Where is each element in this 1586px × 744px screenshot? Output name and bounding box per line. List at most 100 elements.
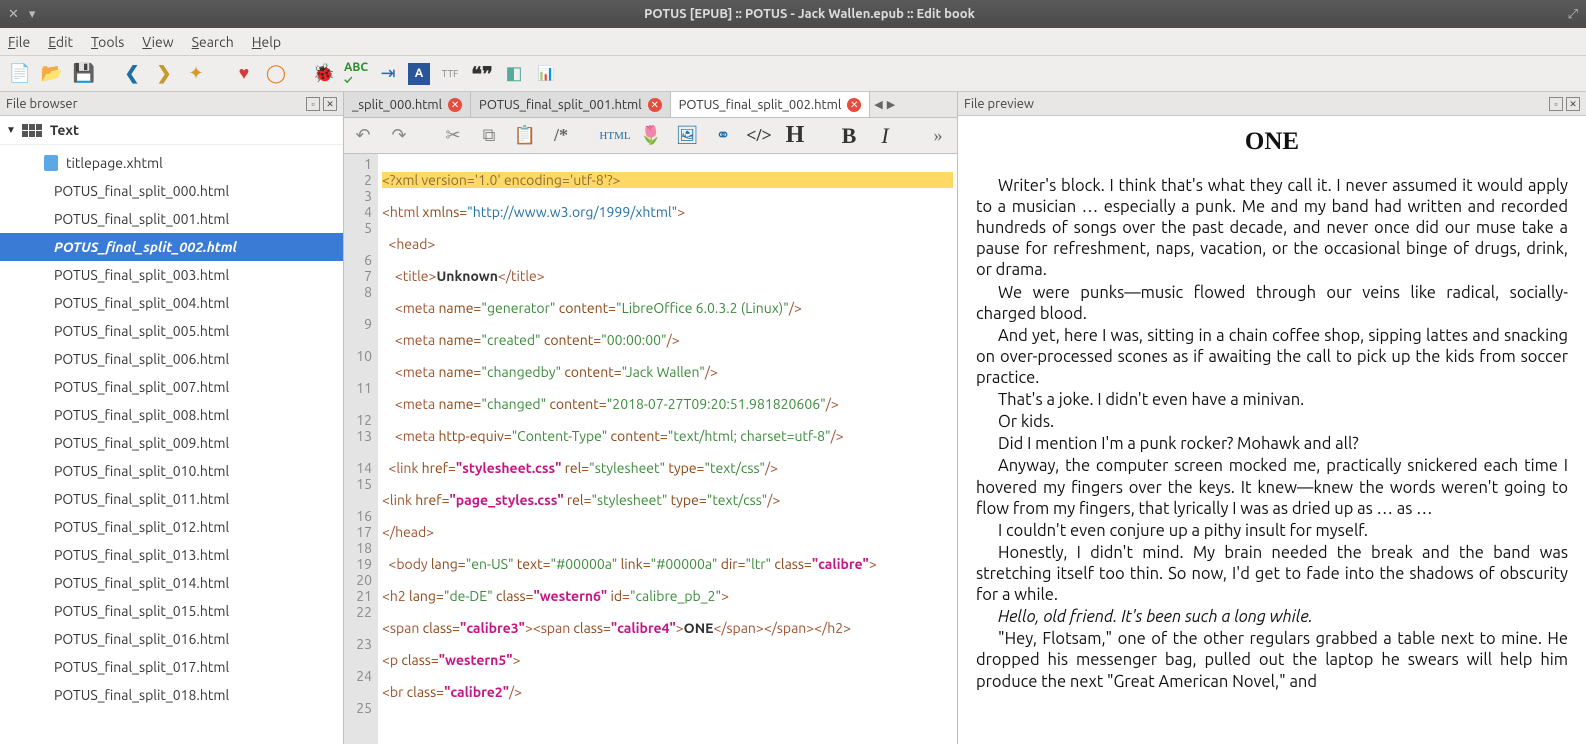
- editor-tabs: _split_000.html✕ POTUS_final_split_001.h…: [344, 92, 957, 118]
- star-icon[interactable]: ✦: [184, 62, 208, 86]
- file-item[interactable]: POTUS_final_split_016.html: [0, 625, 343, 653]
- anchor-icon[interactable]: ⚭: [710, 123, 736, 149]
- main-toolbar: 📄 📂 💾 ❮ ❯ ✦ ♥ ◯ 🐞 ABC✓ ⇥ A TTF ❝❞ ◧ 📊: [0, 56, 1586, 92]
- tab-prev-icon[interactable]: ◀: [874, 98, 882, 111]
- stats-icon[interactable]: 📊: [534, 62, 558, 86]
- file-item[interactable]: POTUS_final_split_018.html: [0, 681, 343, 709]
- editor-toolbar: ↶ ↷ ✂ ⧉ 📋 /* HTML 🌷 🖼 ⚭ </> H B I »: [344, 118, 957, 154]
- font-icon[interactable]: TTF: [438, 62, 462, 86]
- copy-icon[interactable]: ⧉: [476, 123, 502, 149]
- file-item[interactable]: POTUS_final_split_003.html: [0, 261, 343, 289]
- code-editor[interactable]: 1234 5 67 8 9 10 11 12 13 14151617181920…: [344, 154, 957, 744]
- collapse-icon: ▼: [6, 124, 16, 136]
- preview-paragraph: Hello, old friend. It's been such a long…: [976, 607, 1568, 628]
- undo-icon[interactable]: ↶: [350, 123, 376, 149]
- menu-search[interactable]: Search: [192, 34, 234, 50]
- tab-1[interactable]: POTUS_final_split_001.html✕: [471, 92, 671, 117]
- html-icon[interactable]: HTML: [602, 123, 628, 149]
- file-item[interactable]: POTUS_final_split_005.html: [0, 317, 343, 345]
- preview-paragraph: "Hey, Flotsam," one of the other regular…: [976, 629, 1568, 692]
- bold-icon[interactable]: B: [836, 123, 862, 149]
- panel-close-button[interactable]: ✕: [1566, 97, 1580, 111]
- preview-paragraph: Honestly, I didn't mind. My brain needed…: [976, 543, 1568, 606]
- target-icon[interactable]: ◯: [264, 62, 288, 86]
- preview-paragraph: Writer's block. I think that's what they…: [976, 176, 1568, 282]
- tab-0[interactable]: _split_000.html✕: [344, 92, 471, 117]
- preview-paragraph: That's a joke. I didn't even have a mini…: [976, 390, 1568, 411]
- close-icon[interactable]: ✕: [847, 98, 861, 112]
- window-titlebar: ✕ ▾ POTUS [EPUB] :: POTUS - Jack Wallen.…: [0, 0, 1586, 28]
- tab-2[interactable]: POTUS_final_split_002.html✕: [671, 92, 871, 117]
- word-icon[interactable]: A: [408, 63, 430, 85]
- file-section-text[interactable]: ▼ Text: [0, 116, 343, 145]
- window-minimize-button[interactable]: ▾: [29, 7, 36, 22]
- open-icon[interactable]: 📂: [40, 62, 64, 86]
- menu-bar: File Edit Tools View Search Help: [0, 28, 1586, 56]
- image-icon[interactable]: 🖼: [674, 123, 700, 149]
- preview-paragraph: Or kids.: [976, 412, 1568, 433]
- file-item[interactable]: POTUS_final_split_000.html: [0, 177, 343, 205]
- menu-help[interactable]: Help: [252, 34, 281, 50]
- file-item[interactable]: POTUS_final_split_001.html: [0, 205, 343, 233]
- file-item[interactable]: POTUS_final_split_004.html: [0, 289, 343, 317]
- save-icon[interactable]: 💾: [72, 62, 96, 86]
- file-item[interactable]: POTUS_final_split_007.html: [0, 373, 343, 401]
- preview-content: ONE Writer's block. I think that's what …: [958, 116, 1586, 744]
- forward-icon[interactable]: ❯: [152, 62, 176, 86]
- eraser-icon[interactable]: ◧: [502, 62, 526, 86]
- redo-icon[interactable]: ↷: [386, 123, 412, 149]
- window-maximize-button[interactable]: ⤢: [1568, 7, 1578, 22]
- window-title: POTUS [EPUB] :: POTUS - Jack Wallen.epub…: [51, 7, 1567, 21]
- file-item[interactable]: POTUS_final_split_017.html: [0, 653, 343, 681]
- file-preview-title: File preview: [964, 97, 1034, 111]
- comment-icon[interactable]: /*: [548, 123, 574, 149]
- more-icon[interactable]: »: [925, 123, 951, 149]
- file-item[interactable]: POTUS_final_split_008.html: [0, 401, 343, 429]
- preview-paragraph: We were punks—music flowed through our v…: [976, 283, 1568, 325]
- menu-file[interactable]: File: [8, 34, 30, 50]
- file-item[interactable]: POTUS_final_split_006.html: [0, 345, 343, 373]
- panel-close-button[interactable]: ✕: [323, 97, 337, 111]
- tab-next-icon[interactable]: ▶: [887, 98, 895, 111]
- back-icon[interactable]: ❮: [120, 62, 144, 86]
- close-icon[interactable]: ✕: [648, 98, 662, 112]
- file-preview-panel: File preview ▫ ✕ ONE Writer's block. I t…: [958, 92, 1586, 744]
- new-file-icon[interactable]: 📄: [8, 62, 32, 86]
- file-item[interactable]: POTUS_final_split_014.html: [0, 569, 343, 597]
- panel-detach-button[interactable]: ▫: [306, 97, 320, 111]
- editor-panel: _split_000.html✕ POTUS_final_split_001.h…: [344, 92, 958, 744]
- italic-icon[interactable]: I: [872, 123, 898, 149]
- preview-paragraph: And yet, here I was, sitting in a chain …: [976, 326, 1568, 389]
- spellcheck-icon[interactable]: ABC✓: [344, 62, 368, 86]
- menu-tools[interactable]: Tools: [91, 34, 124, 50]
- file-item[interactable]: titlepage.xhtml: [0, 149, 343, 177]
- file-item[interactable]: POTUS_final_split_009.html: [0, 429, 343, 457]
- preview-paragraph: I couldn't even conjure up a pithy insul…: [976, 521, 1568, 542]
- heading-icon[interactable]: H: [782, 123, 808, 149]
- grid-icon: [22, 124, 42, 137]
- file-item[interactable]: POTUS_final_split_013.html: [0, 541, 343, 569]
- window-close-button[interactable]: ✕: [8, 7, 19, 22]
- heart-icon[interactable]: ♥: [232, 62, 256, 86]
- flower-icon[interactable]: 🌷: [638, 123, 664, 149]
- paste-icon[interactable]: 📋: [512, 123, 538, 149]
- close-icon[interactable]: ✕: [448, 98, 462, 112]
- menu-edit[interactable]: Edit: [48, 34, 73, 50]
- file-item[interactable]: POTUS_final_split_012.html: [0, 513, 343, 541]
- code-source[interactable]: <?xml version='1.0' encoding='utf-8'?> <…: [378, 154, 957, 744]
- panel-detach-button[interactable]: ▫: [1549, 97, 1563, 111]
- code-icon[interactable]: </>: [746, 123, 772, 149]
- line-gutter: 1234 5 67 8 9 10 11 12 13 14151617181920…: [344, 154, 378, 744]
- file-item[interactable]: POTUS_final_split_010.html: [0, 457, 343, 485]
- file-item[interactable]: POTUS_final_split_011.html: [0, 485, 343, 513]
- quotes-icon[interactable]: ❝❞: [470, 62, 494, 86]
- file-item[interactable]: POTUS_final_split_015.html: [0, 597, 343, 625]
- preview-paragraph: Did I mention I'm a punk rocker? Mohawk …: [976, 434, 1568, 455]
- bug-icon[interactable]: 🐞: [312, 62, 336, 86]
- file-item[interactable]: POTUS_final_split_002.html: [0, 233, 343, 261]
- preview-paragraph: Anyway, the computer screen mocked me, p…: [976, 456, 1568, 519]
- indent-icon[interactable]: ⇥: [376, 62, 400, 86]
- menu-view[interactable]: View: [142, 34, 173, 50]
- cut-icon[interactable]: ✂: [440, 123, 466, 149]
- file-icon: [44, 155, 58, 171]
